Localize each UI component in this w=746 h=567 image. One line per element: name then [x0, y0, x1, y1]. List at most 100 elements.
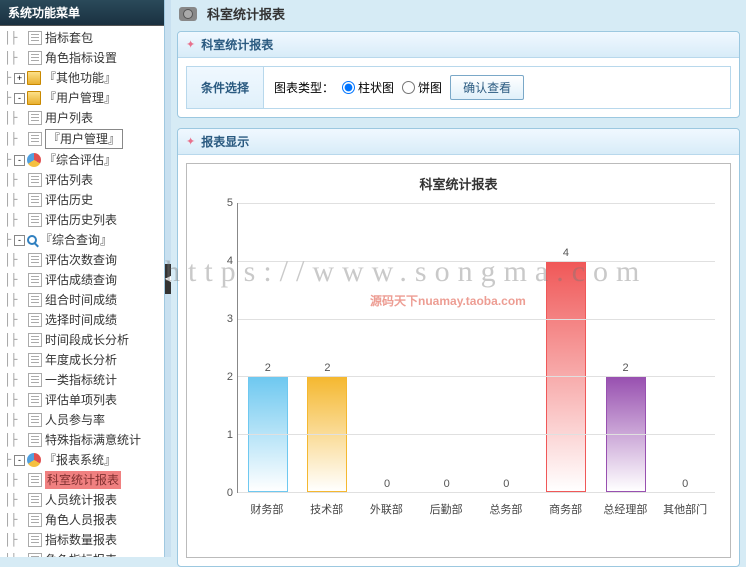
collapse-icon[interactable]: -	[14, 235, 25, 246]
panel-header: ✦ 报表显示	[178, 129, 739, 155]
tree-label: 年度成长分析	[45, 351, 117, 369]
tree-node[interactable]: │├评估单项列表	[0, 390, 164, 410]
panel-title: 科室统计报表	[201, 36, 273, 53]
tree-node[interactable]: │├评估历史	[0, 190, 164, 210]
tree-label: 角色指标报表	[45, 551, 117, 557]
page-icon	[28, 433, 42, 447]
page-icon	[28, 213, 42, 227]
tree-node[interactable]: ├-『综合评估』	[0, 150, 164, 170]
folder-icon	[27, 71, 41, 85]
page-icon	[28, 513, 42, 527]
y-axis: 012345	[217, 203, 237, 493]
criteria-panel: ✦ 科室统计报表 条件选择 图表类型： 柱状图 饼图 确认查看	[177, 31, 740, 118]
page-icon	[28, 373, 42, 387]
y-tick: 2	[227, 371, 233, 383]
page-icon	[28, 313, 42, 327]
page-icon	[28, 51, 42, 65]
bar-value-label: 0	[682, 478, 688, 490]
tree-node[interactable]: │├特殊指标满意统计	[0, 430, 164, 450]
chart-area: 012345 22000420 财务部技术部外联部后勤部总务部商务部总经理部其他…	[217, 203, 720, 523]
y-tick: 3	[227, 313, 233, 325]
tree-node[interactable]: │├指标套包	[0, 28, 164, 48]
tree-node[interactable]: ├-『用户管理』	[0, 88, 164, 108]
tree-label: 指标数量报表	[45, 531, 117, 549]
collapse-icon[interactable]: -	[14, 155, 25, 166]
x-label: 外联部	[357, 495, 417, 523]
bar-value-label: 2	[324, 362, 330, 374]
star-icon: ✦	[186, 135, 195, 148]
report-icon	[179, 7, 197, 21]
tree-node[interactable]: │├评估次数查询	[0, 250, 164, 270]
tree-node[interactable]: │├『用户管理』	[0, 128, 164, 150]
tree-label: 人员统计报表	[45, 491, 117, 509]
tree-node[interactable]: │├组合时间成绩	[0, 290, 164, 310]
tree-node[interactable]: │├人员统计报表	[0, 490, 164, 510]
bar-slot: 2	[238, 203, 298, 492]
splitter[interactable]: ◀	[165, 0, 171, 557]
panel-header: ✦ 科室统计报表	[178, 32, 739, 58]
tree-label: 科室统计报表	[45, 471, 121, 489]
page-icon	[28, 111, 42, 125]
bar-slot: 0	[417, 203, 477, 492]
tree-node[interactable]: │├评估列表	[0, 170, 164, 190]
radio-pie-input[interactable]	[402, 81, 415, 94]
collapse-icon[interactable]: -	[14, 93, 25, 104]
magnify-icon	[27, 235, 37, 245]
main-content: 科室统计报表 ✦ 科室统计报表 条件选择 图表类型： 柱状图 饼图	[171, 0, 746, 557]
page-icon	[28, 193, 42, 207]
x-label: 总务部	[476, 495, 536, 523]
tree-label: 评估成绩查询	[45, 271, 117, 289]
tree-node[interactable]: ├+『其他功能』	[0, 68, 164, 88]
page-title: 科室统计报表	[207, 4, 285, 23]
tree-node[interactable]: │├一类指标统计	[0, 370, 164, 390]
tree-node[interactable]: │├角色指标报表	[0, 550, 164, 557]
tree-node[interactable]: │├评估成绩查询	[0, 270, 164, 290]
report-panel: ✦ 报表显示 科室统计报表 012345 22000420 财务部技术部外联部后…	[177, 128, 740, 567]
pie-icon	[27, 153, 41, 167]
tree-label: 用户列表	[45, 109, 93, 127]
tree-node[interactable]: │├时间段成长分析	[0, 330, 164, 350]
radio-bar-input[interactable]	[342, 81, 355, 94]
nav-tree: │├指标套包│├角色指标设置├+『其他功能』├-『用户管理』│├用户列表│├『用…	[0, 26, 164, 557]
tree-label: 一类指标统计	[45, 371, 117, 389]
radio-pie[interactable]: 饼图	[402, 79, 442, 96]
bars-container: 22000420	[238, 203, 715, 492]
tree-node[interactable]: │├角色指标设置	[0, 48, 164, 68]
splitter-handle[interactable]: ◀	[165, 264, 171, 294]
y-tick: 0	[227, 487, 233, 499]
bar-slot: 0	[357, 203, 417, 492]
tree-label: 『其他功能』	[44, 69, 116, 87]
sidebar-header: 系统功能菜单	[0, 0, 164, 26]
tree-label: 角色人员报表	[45, 511, 117, 529]
tree-node[interactable]: │├评估历史列表	[0, 210, 164, 230]
bar-slot: 0	[655, 203, 715, 492]
panel-title: 报表显示	[201, 133, 249, 150]
tree-node[interactable]: │├选择时间成绩	[0, 310, 164, 330]
tree-label: 评估历史	[45, 191, 93, 209]
tree-node[interactable]: │├科室统计报表	[0, 470, 164, 490]
tree-node[interactable]: ├-『综合查询』	[0, 230, 164, 250]
page-icon	[28, 473, 42, 487]
tree-label: 评估历史列表	[45, 211, 117, 229]
radio-bar[interactable]: 柱状图	[342, 79, 394, 96]
page-icon	[28, 553, 42, 557]
tree-label: 评估次数查询	[45, 251, 117, 269]
bar-value-label: 0	[384, 478, 390, 490]
tree-label: 『综合评估』	[44, 151, 116, 169]
tree-label: 『用户管理』	[44, 89, 116, 107]
tree-node[interactable]: │├指标数量报表	[0, 530, 164, 550]
tree-node[interactable]: ├-『报表系统』	[0, 450, 164, 470]
tree-label: 角色指标设置	[45, 49, 117, 67]
tree-node[interactable]: │├年度成长分析	[0, 350, 164, 370]
tree-label: 时间段成长分析	[45, 331, 129, 349]
tree-node[interactable]: │├用户列表	[0, 108, 164, 128]
page-icon	[28, 31, 42, 45]
tree-node[interactable]: │├角色人员报表	[0, 510, 164, 530]
tree-label: 『用户管理』	[45, 129, 123, 149]
collapse-icon[interactable]: -	[14, 455, 25, 466]
page-icon	[28, 132, 42, 146]
tree-node[interactable]: │├人员参与率	[0, 410, 164, 430]
confirm-button[interactable]: 确认查看	[450, 75, 524, 100]
folder-icon	[27, 91, 41, 105]
expand-icon[interactable]: +	[14, 73, 25, 84]
